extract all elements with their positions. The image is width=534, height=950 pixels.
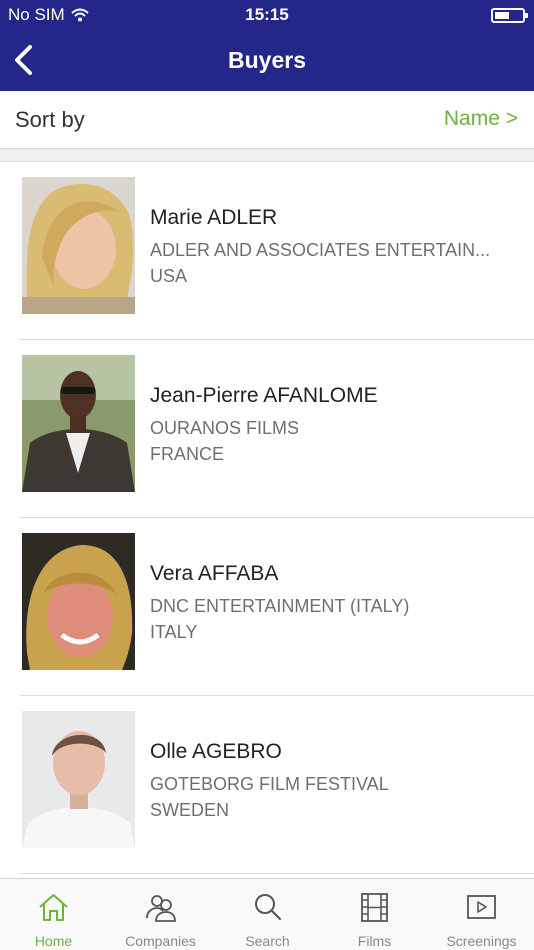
companies-icon (146, 895, 176, 922)
avatar (22, 177, 135, 314)
buyer-name: Jean-Pierre AFANLOME (150, 384, 378, 407)
nav-bar: Buyers (0, 30, 534, 91)
buyer-company: OURANOS FILMS (150, 418, 300, 438)
tab-label: Home (34, 933, 73, 949)
tab-films[interactable]: Films (321, 879, 428, 950)
sort-bar[interactable]: Sort by Name > (0, 91, 534, 149)
buyer-name: Vera AFFABA (150, 562, 279, 585)
play-icon (467, 895, 496, 919)
tab-label: Films (357, 933, 392, 949)
page-title: Buyers (228, 47, 306, 73)
home-icon (39, 894, 68, 921)
sort-value-button[interactable]: Name > (444, 107, 518, 131)
tab-search[interactable]: Search (214, 879, 321, 950)
search-icon (255, 894, 282, 921)
buyer-name: Olle AGEBRO (150, 740, 282, 763)
buyer-company: ADLER AND ASSOCIATES ENTERTAIN... (150, 240, 491, 260)
buyer-country: SWEDEN (150, 800, 230, 820)
buyers-list[interactable]: Marie ADLER ADLER AND ASSOCIATES ENTERTA… (0, 162, 534, 878)
avatar (22, 711, 135, 848)
tab-label: Search (245, 933, 290, 949)
buyer-country: ITALY (150, 622, 198, 642)
buyer-company: GOTEBORG FILM FESTIVAL (150, 774, 389, 794)
status-bar: No SIM 15:15 (0, 0, 534, 30)
buyer-company: DNC ENTERTAINMENT (ITALY) (150, 596, 410, 616)
tab-label: Screenings (446, 933, 517, 949)
avatar (22, 533, 135, 670)
list-item[interactable]: Jean-Pierre AFANLOME OURANOS FILMS FRANC… (0, 340, 534, 518)
tab-companies[interactable]: Companies (107, 879, 214, 950)
list-item[interactable]: Olle AGEBRO GOTEBORG FILM FESTIVAL SWEDE… (0, 696, 534, 874)
status-time: 15:15 (245, 5, 289, 24)
tab-label: Companies (125, 933, 196, 949)
buyer-country: FRANCE (150, 444, 225, 464)
tab-screenings[interactable]: Screenings (428, 879, 534, 950)
section-separator (0, 149, 534, 162)
list-item[interactable]: Vera AFFABA DNC ENTERTAINMENT (ITALY) IT… (0, 518, 534, 696)
film-icon (361, 893, 388, 922)
sort-label: Sort by (15, 107, 85, 132)
buyer-country: USA (150, 266, 188, 286)
list-item[interactable]: Marie ADLER ADLER AND ASSOCIATES ENTERTA… (0, 162, 534, 340)
tab-bar: Home Companies Search Films Screenings (0, 878, 534, 950)
battery-icon (491, 8, 528, 23)
tab-home[interactable]: Home (0, 879, 107, 950)
avatar (22, 355, 135, 492)
buyer-name: Marie ADLER (150, 206, 278, 229)
